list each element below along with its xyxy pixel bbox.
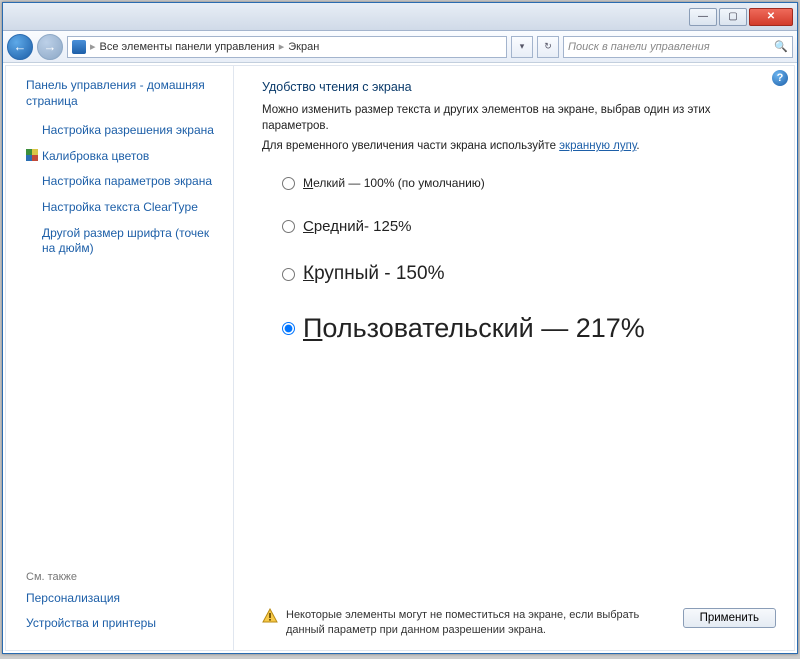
titlebar: — ▢ ✕	[3, 3, 797, 31]
sidebar-see-personalization[interactable]: Персонализация	[26, 591, 223, 607]
close-button[interactable]: ✕	[749, 8, 793, 26]
sidebar-link-calibration[interactable]: Калибровка цветов	[26, 149, 223, 165]
nav-toolbar: ← → ▸ Все элементы панели управления ▸ Э…	[3, 31, 797, 63]
maximize-button[interactable]: ▢	[719, 8, 747, 26]
address-bar[interactable]: ▸ Все элементы панели управления ▸ Экран	[67, 36, 507, 58]
search-input[interactable]: Поиск в панели управления 🔍	[563, 36, 793, 58]
sidebar-see-devices[interactable]: Устройства и принтеры	[26, 616, 223, 632]
back-button[interactable]: ←	[7, 34, 33, 60]
sidebar-link-resolution[interactable]: Настройка разрешения экрана	[26, 123, 223, 139]
breadcrumb-sep-icon: ▸	[279, 40, 285, 53]
warning-icon	[262, 608, 278, 624]
content-area: ? Панель управления - домашняя страница …	[5, 65, 795, 651]
refresh-button[interactable]: ↻	[537, 36, 559, 58]
radio-custom[interactable]	[282, 322, 295, 335]
help-icon[interactable]: ?	[772, 70, 788, 86]
warning-text: Некоторые элементы могут не поместиться …	[286, 608, 675, 638]
page-title: Удобство чтения с экрана	[262, 80, 776, 94]
minimize-button[interactable]: —	[689, 8, 717, 26]
apply-button[interactable]: Применить	[683, 608, 776, 628]
control-panel-icon	[72, 40, 86, 54]
option-medium[interactable]: Средний- 125%	[282, 218, 776, 235]
footer-bar: Некоторые элементы могут не поместиться …	[262, 596, 776, 638]
sidebar-link-cleartype[interactable]: Настройка текста ClearType	[26, 200, 223, 216]
control-panel-window: — ▢ ✕ ← → ▸ Все элементы панели управлен…	[2, 2, 798, 654]
sidebar: Панель управления - домашняя страница На…	[6, 66, 234, 650]
sidebar-home-link[interactable]: Панель управления - домашняя страница	[26, 78, 223, 109]
address-dropdown-button[interactable]: ▾	[511, 36, 533, 58]
sidebar-link-custom-dpi[interactable]: Другой размер шрифта (точек на дюйм)	[26, 226, 223, 257]
description-2: Для временного увеличения части экрана и…	[262, 138, 776, 154]
option-large[interactable]: Крупный - 150%	[282, 263, 776, 285]
main-panel: Удобство чтения с экрана Можно изменить …	[234, 66, 794, 650]
sidebar-link-display-settings[interactable]: Настройка параметров экрана	[26, 174, 223, 190]
breadcrumb-root[interactable]: Все элементы панели управления	[100, 41, 275, 53]
search-placeholder: Поиск в панели управления	[568, 41, 710, 53]
radio-large[interactable]	[282, 268, 295, 281]
option-small[interactable]: Мелкий — 100% (по умолчанию)	[282, 176, 776, 190]
dpi-options: Мелкий — 100% (по умолчанию) Средний- 12…	[282, 176, 776, 372]
breadcrumb-current[interactable]: Экран	[288, 41, 319, 53]
option-custom[interactable]: Пользовательский — 217%	[282, 313, 776, 344]
search-icon: 🔍	[774, 40, 788, 53]
description-1: Можно изменить размер текста и других эл…	[262, 102, 776, 134]
see-also-label: См. также	[26, 571, 223, 583]
shield-icon	[26, 149, 38, 161]
breadcrumb-sep-icon: ▸	[90, 40, 96, 53]
radio-small[interactable]	[282, 177, 295, 190]
radio-medium[interactable]	[282, 220, 295, 233]
magnifier-link[interactable]: экранную лупу	[559, 140, 636, 152]
forward-button[interactable]: →	[37, 34, 63, 60]
